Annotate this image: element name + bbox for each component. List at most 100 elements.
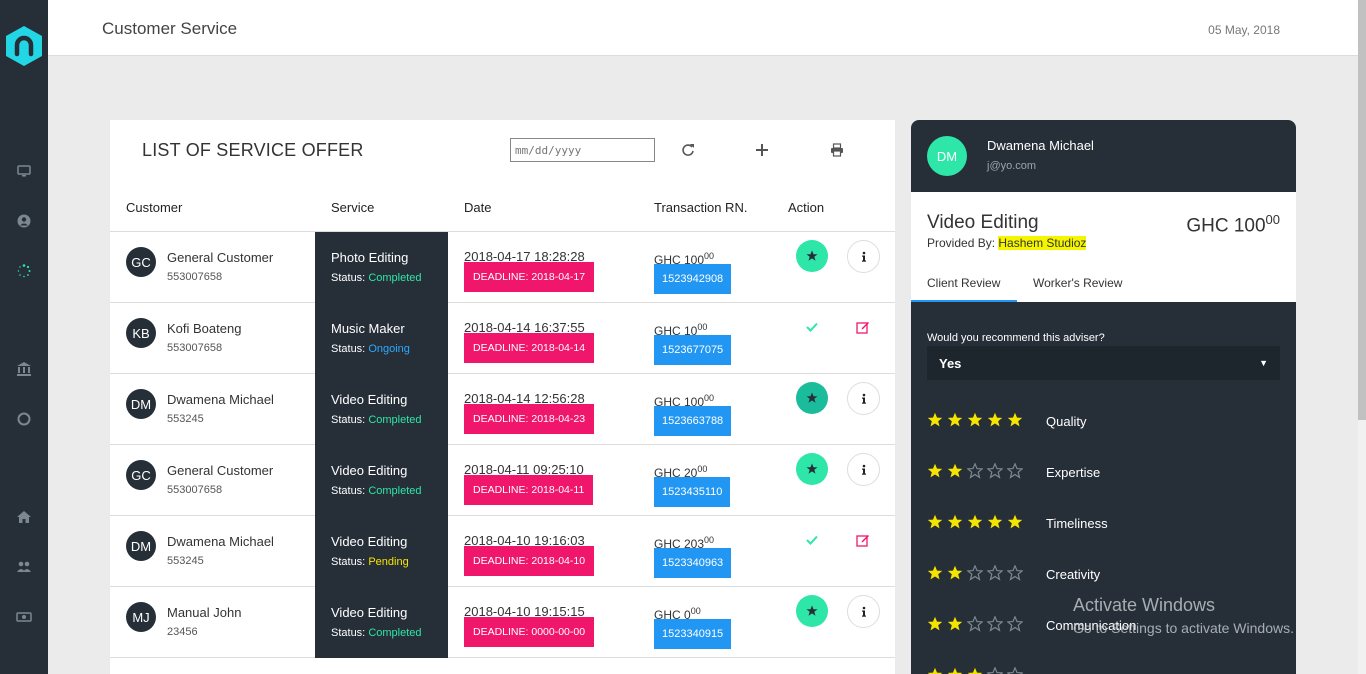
home-icon[interactable] <box>14 507 34 527</box>
edit-icon[interactable] <box>856 320 870 334</box>
star-rating[interactable] <box>927 463 1023 479</box>
top-header: Customer Service 05 May, 2018 <box>48 0 1358 56</box>
table-row[interactable]: GC General Customer 553007658 Photo Editing… <box>110 232 895 303</box>
star-filled-icon[interactable] <box>927 412 943 428</box>
sidebar <box>0 0 48 674</box>
star-filled-icon[interactable] <box>947 514 963 530</box>
add-button[interactable] <box>752 140 772 160</box>
star-filled-icon[interactable] <box>947 412 963 428</box>
star-filled-icon[interactable] <box>927 463 943 479</box>
star-filled-icon[interactable] <box>927 616 943 632</box>
customer-name: Dwamena Michael <box>167 392 274 407</box>
panel-customer-name: Dwamena Michael <box>987 138 1094 153</box>
info-button[interactable] <box>847 453 880 486</box>
star-empty-icon[interactable] <box>1007 616 1023 632</box>
star-empty-icon[interactable] <box>987 565 1003 581</box>
star-empty-icon[interactable] <box>967 463 983 479</box>
monitor-icon[interactable] <box>14 161 34 181</box>
star-rating[interactable] <box>927 667 1023 674</box>
star-empty-icon[interactable] <box>987 667 1003 674</box>
circle-icon[interactable] <box>14 409 34 429</box>
tab-client-review[interactable]: Client Review <box>927 276 1000 290</box>
star-filled-icon[interactable] <box>967 412 983 428</box>
table-row[interactable]: DM Dwamena Michael 553245 Video Editing Stat… <box>110 516 895 587</box>
deadline-badge: DEADLINE: 2018-04-17 <box>464 262 595 292</box>
scrollbar-thumb[interactable] <box>1358 0 1366 420</box>
star-rating[interactable] <box>927 616 1023 632</box>
refresh-button[interactable] <box>678 140 698 160</box>
star-empty-icon[interactable] <box>987 616 1003 632</box>
amount-cents: 00 <box>690 606 701 616</box>
table-row[interactable]: GC General Customer 553007658 Video Editing… <box>110 445 895 516</box>
star-empty-icon[interactable] <box>967 616 983 632</box>
star-filled-icon[interactable] <box>987 514 1003 530</box>
rate-button[interactable] <box>796 595 828 627</box>
star-filled-icon[interactable] <box>1007 412 1023 428</box>
rating-label: Quality <box>1046 414 1087 429</box>
rate-button[interactable] <box>796 453 828 485</box>
status-label: Status: <box>331 343 366 355</box>
star-filled-icon[interactable] <box>927 667 943 674</box>
star-filled-icon[interactable] <box>927 565 943 581</box>
recommend-select[interactable]: Yes ▼ <box>927 346 1280 380</box>
star-filled-icon[interactable] <box>947 616 963 632</box>
service-name: Video Editing <box>331 605 408 620</box>
star-rating[interactable] <box>927 514 1023 530</box>
star-filled-icon[interactable] <box>967 667 983 674</box>
info-icon <box>861 464 866 475</box>
star-filled-icon[interactable] <box>947 565 963 581</box>
star-filled-icon[interactable] <box>987 412 1003 428</box>
price-value: GHC 100 <box>1186 215 1266 237</box>
deadline-badge: DEADLINE: 2018-04-11 <box>464 475 594 505</box>
amount-cents: 00 <box>704 535 715 545</box>
tab-workers-review[interactable]: Worker's Review <box>1033 276 1122 290</box>
table-row[interactable]: MJ Manual John 23456 Video Editing Status: C… <box>110 587 895 658</box>
star-empty-icon[interactable] <box>987 463 1003 479</box>
info-icon <box>861 251 866 262</box>
column-header-transaction: Transaction RN. <box>654 200 748 215</box>
check-icon[interactable] <box>805 533 819 547</box>
star-filled-icon[interactable] <box>1007 514 1023 530</box>
spinner-icon[interactable] <box>14 261 34 281</box>
money-icon[interactable] <box>14 607 34 627</box>
rate-button[interactable] <box>796 240 828 272</box>
star-empty-icon[interactable] <box>967 565 983 581</box>
table-row[interactable]: KB Kofi Boateng 553007658 Music Maker Status… <box>110 303 895 374</box>
print-button[interactable] <box>827 140 847 160</box>
star-filled-icon[interactable] <box>967 514 983 530</box>
info-button[interactable] <box>847 382 880 415</box>
bank-icon[interactable] <box>14 359 34 379</box>
amount-cents: 00 <box>697 464 708 474</box>
star-rating[interactable] <box>927 565 1023 581</box>
info-button[interactable] <box>847 595 880 628</box>
star-empty-icon[interactable] <box>1007 565 1023 581</box>
rating-row <box>927 667 1287 674</box>
star-filled-icon[interactable] <box>927 514 943 530</box>
service-status: Status: Completed <box>331 627 422 639</box>
user-circle-icon[interactable] <box>14 211 34 231</box>
star-icon <box>806 250 818 261</box>
users-icon[interactable] <box>14 557 34 577</box>
info-button[interactable] <box>847 240 880 273</box>
customer-name: Kofi Boateng <box>167 321 242 336</box>
transaction-number: 1523340915 <box>654 619 732 649</box>
customer-avatar: DM <box>126 531 156 561</box>
check-icon[interactable] <box>805 320 819 334</box>
page-title: Customer Service <box>102 19 238 38</box>
star-rating[interactable] <box>927 412 1023 428</box>
customer-name: Dwamena Michael <box>167 534 274 549</box>
star-filled-icon[interactable] <box>947 463 963 479</box>
app-logo-icon[interactable] <box>3 24 45 68</box>
star-empty-icon[interactable] <box>1007 667 1023 674</box>
star-empty-icon[interactable] <box>1007 463 1023 479</box>
edit-icon[interactable] <box>856 533 870 547</box>
service-status: Status: Pending <box>331 556 409 568</box>
service-cell: Video Editing Status: Pending <box>315 516 448 587</box>
date-filter-input[interactable] <box>510 138 655 162</box>
rate-button[interactable] <box>796 382 828 414</box>
star-filled-icon[interactable] <box>947 667 963 674</box>
table-header: Customer Service Date Transaction RN. Ac… <box>110 192 895 232</box>
customer-avatar: GC <box>126 460 156 490</box>
table-row[interactable]: DM Dwamena Michael 553245 Video Editing Stat… <box>110 374 895 445</box>
deadline-badge: DEADLINE: 2018-04-10 <box>464 546 595 576</box>
